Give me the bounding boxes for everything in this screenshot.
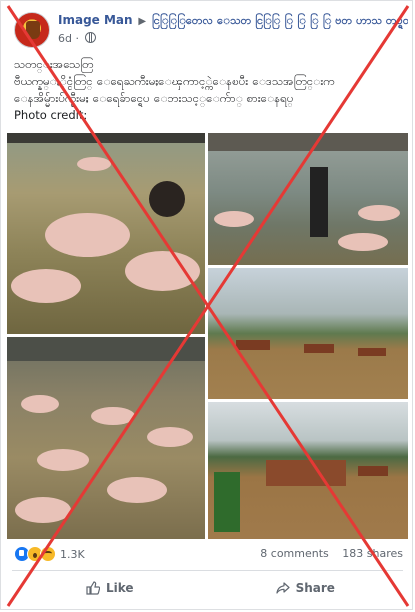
divider	[12, 570, 403, 571]
photo-flooded-village-mountains[interactable]	[208, 268, 408, 399]
house-roof	[358, 466, 388, 476]
house-roof	[358, 348, 386, 356]
pig-shape	[15, 497, 71, 523]
post-text-line: သတင္းအသေတြ	[14, 57, 94, 71]
pig-shape	[147, 427, 193, 447]
author-name[interactable]: Image Man	[58, 13, 133, 27]
action-bar: Like Share	[12, 574, 403, 602]
sad-reaction-icon	[40, 546, 56, 562]
like-label: Like	[105, 581, 134, 595]
post-text: သတင္းအသေတြ ဗီယက္နမ္ႏိုင္ငံတြင္ ေရေႀကီးမႈ…	[14, 56, 404, 124]
pig-shape	[21, 395, 59, 413]
person-standing	[310, 167, 328, 237]
like-button[interactable]: Like	[12, 574, 208, 602]
pig-shape	[45, 213, 130, 257]
thumbs-up-icon	[86, 581, 100, 595]
post-time[interactable]: 6d	[58, 32, 72, 45]
photo-grid	[7, 133, 408, 539]
comments-link[interactable]: 8 comments	[260, 547, 329, 560]
pig-shape	[358, 205, 400, 221]
photo-flooded-houses-banana-tree[interactable]	[208, 402, 408, 539]
post-text-line: ဗီယက္နမ္ႏိုင္ငံတြင္ ေရေႀကီးမႈေၾကာင့္ကဲေန…	[14, 74, 335, 88]
separator-dot: ·	[75, 32, 83, 45]
post-text-line: ေနအိမ္မ်ားပ်က္စီးမႈ ေရေခ်ာင္ရေပ ေဘးသင့္ေ…	[14, 91, 294, 105]
share-label: Share	[295, 581, 335, 595]
pig-shape	[214, 211, 254, 227]
reaction-summary[interactable]: 1.3K	[14, 546, 85, 562]
house-roof	[304, 344, 334, 353]
pig-shape	[37, 449, 89, 471]
globe-icon	[85, 32, 97, 43]
photo-pigs-floating-in-barn[interactable]	[7, 337, 205, 539]
barn-roof	[208, 133, 408, 151]
reaction-count: 1.3K	[60, 547, 85, 561]
house-roof	[266, 460, 346, 486]
author-line: Image Man ▶ ငြြြြတေလ ေသတ ငြြြ ြ ြ ြ ြ ဗတ…	[58, 13, 408, 29]
banana-tree	[214, 472, 240, 532]
pig-shape	[125, 251, 200, 291]
barn-beam	[7, 133, 205, 143]
pig-shape	[91, 407, 135, 425]
post-header: Image Man ▶ ငြြြြတေလ ေသတ ငြြြ ြ ြ ြ ြ ဗတ…	[14, 12, 408, 48]
engagement-stats: 8 comments 183 shares	[250, 547, 403, 560]
photo-flooded-pig-farm-swimming[interactable]	[7, 133, 205, 334]
barn-roof	[7, 337, 205, 361]
pig-shape	[107, 477, 167, 503]
group-name[interactable]: ငြြြြတေလ ေသတ ငြြြ ြ ြ ြ ြ ဗတ ဟာသ တပ္ရတ	[152, 14, 408, 27]
author-avatar[interactable]	[14, 12, 50, 48]
arrow-right-icon: ▶	[138, 16, 147, 27]
share-button[interactable]: Share	[208, 574, 404, 602]
person-head	[149, 181, 185, 217]
shares-link[interactable]: 183 shares	[342, 547, 403, 560]
pig-shape	[338, 233, 388, 251]
post-text-line: Photo credit;	[14, 108, 88, 122]
photo-flooded-barn-man-standing[interactable]	[208, 133, 408, 265]
pig-shape	[77, 157, 111, 171]
house-roof	[236, 340, 270, 350]
share-arrow-icon	[275, 582, 290, 594]
pig-shape	[11, 269, 81, 303]
post-meta: 6d ·	[58, 32, 97, 46]
